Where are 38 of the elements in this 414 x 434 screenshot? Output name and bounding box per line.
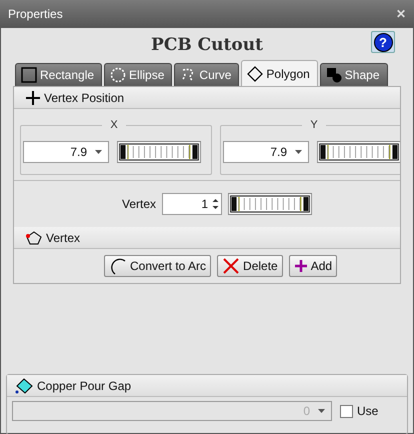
section-title: Vertex Position xyxy=(44,90,124,104)
field-label: Vertex xyxy=(122,197,156,211)
shapes-icon xyxy=(326,67,342,83)
jog-wheel[interactable] xyxy=(317,141,400,163)
jog-wheel[interactable] xyxy=(117,141,201,163)
dropdown-field[interactable]: 7.9 xyxy=(23,141,109,163)
jog-wheel[interactable] xyxy=(228,193,312,215)
spin-field[interactable]: 1 xyxy=(162,193,222,215)
cross-icon xyxy=(222,257,240,275)
diamond-icon xyxy=(247,66,264,82)
convert-button[interactable]: Convert to Arc xyxy=(104,255,212,277)
group-label: X xyxy=(109,119,119,131)
circle-icon xyxy=(110,67,126,83)
dialog-heading: PCB Cutout xyxy=(151,35,263,55)
caret-icon xyxy=(318,409,325,413)
tab[interactable]: Polygon xyxy=(241,60,318,86)
section-title: Vertex xyxy=(46,230,80,244)
caret-icon xyxy=(295,150,302,154)
spin-arrows-icon[interactable] xyxy=(212,197,220,211)
plus-icon xyxy=(294,259,308,273)
close-button[interactable]: ✕ xyxy=(396,7,406,21)
rectangle-icon xyxy=(21,67,37,83)
pentagon-icon xyxy=(26,230,42,244)
dropdown-field[interactable]: 7.9 xyxy=(223,141,309,163)
tab[interactable]: Shape xyxy=(320,63,388,86)
paint-bucket-icon xyxy=(15,378,33,394)
section-title: Copper Pour Gap xyxy=(37,378,132,392)
add-button[interactable]: Add xyxy=(288,255,338,277)
group-label: Y xyxy=(309,119,319,131)
caret-icon xyxy=(95,150,102,154)
tab[interactable]: Curve xyxy=(174,63,240,86)
arc-icon xyxy=(109,257,127,275)
window-title: Properties xyxy=(8,7,63,21)
tab[interactable]: Rectangle xyxy=(15,63,102,86)
delete-button[interactable]: Delete xyxy=(217,255,283,277)
crosshair-icon xyxy=(26,90,40,104)
tab[interactable]: Ellipse xyxy=(104,63,172,86)
help-button[interactable]: ? xyxy=(371,31,395,53)
